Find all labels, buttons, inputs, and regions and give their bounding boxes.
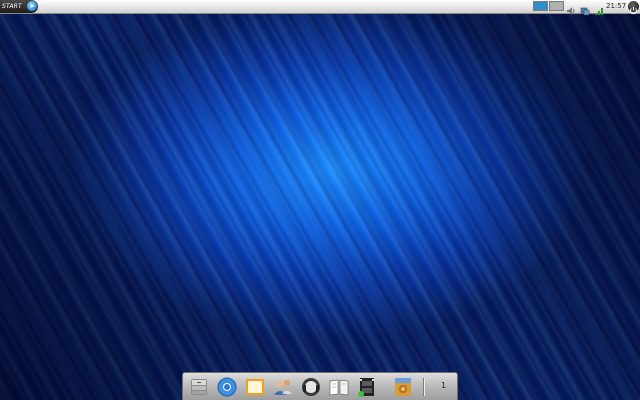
contacts-icon[interactable] bbox=[272, 376, 294, 398]
music-player-icon[interactable] bbox=[300, 376, 322, 398]
desktop-number[interactable]: 1 bbox=[441, 373, 446, 399]
workspace-switcher bbox=[533, 1, 564, 11]
dock-separator bbox=[423, 378, 425, 396]
workspace-1-button[interactable] bbox=[533, 1, 548, 11]
start-arrow-icon: ➤ bbox=[27, 1, 37, 11]
file-manager-icon[interactable] bbox=[188, 376, 210, 398]
chromium-browser-icon[interactable] bbox=[216, 376, 238, 398]
ebook-reader-icon[interactable] bbox=[328, 376, 350, 398]
desktop-wallpaper: START ➤ 21:57 1 bbox=[0, 0, 640, 400]
start-label: START bbox=[2, 3, 22, 10]
workspace-2-button[interactable] bbox=[549, 1, 564, 11]
dock: 1 bbox=[182, 372, 458, 400]
volume-icon[interactable] bbox=[566, 1, 576, 15]
clock[interactable]: 21:57 bbox=[606, 0, 626, 13]
network-icon[interactable] bbox=[580, 1, 590, 16]
start-button[interactable]: START ➤ bbox=[0, 0, 38, 13]
video-editor-icon[interactable] bbox=[356, 376, 378, 398]
power-icon[interactable] bbox=[628, 1, 639, 15]
top-panel: START ➤ 21:57 bbox=[0, 0, 640, 16]
archive-manager-icon[interactable] bbox=[392, 376, 414, 398]
wifi-icon[interactable] bbox=[594, 1, 604, 15]
notes-icon[interactable] bbox=[244, 376, 266, 398]
